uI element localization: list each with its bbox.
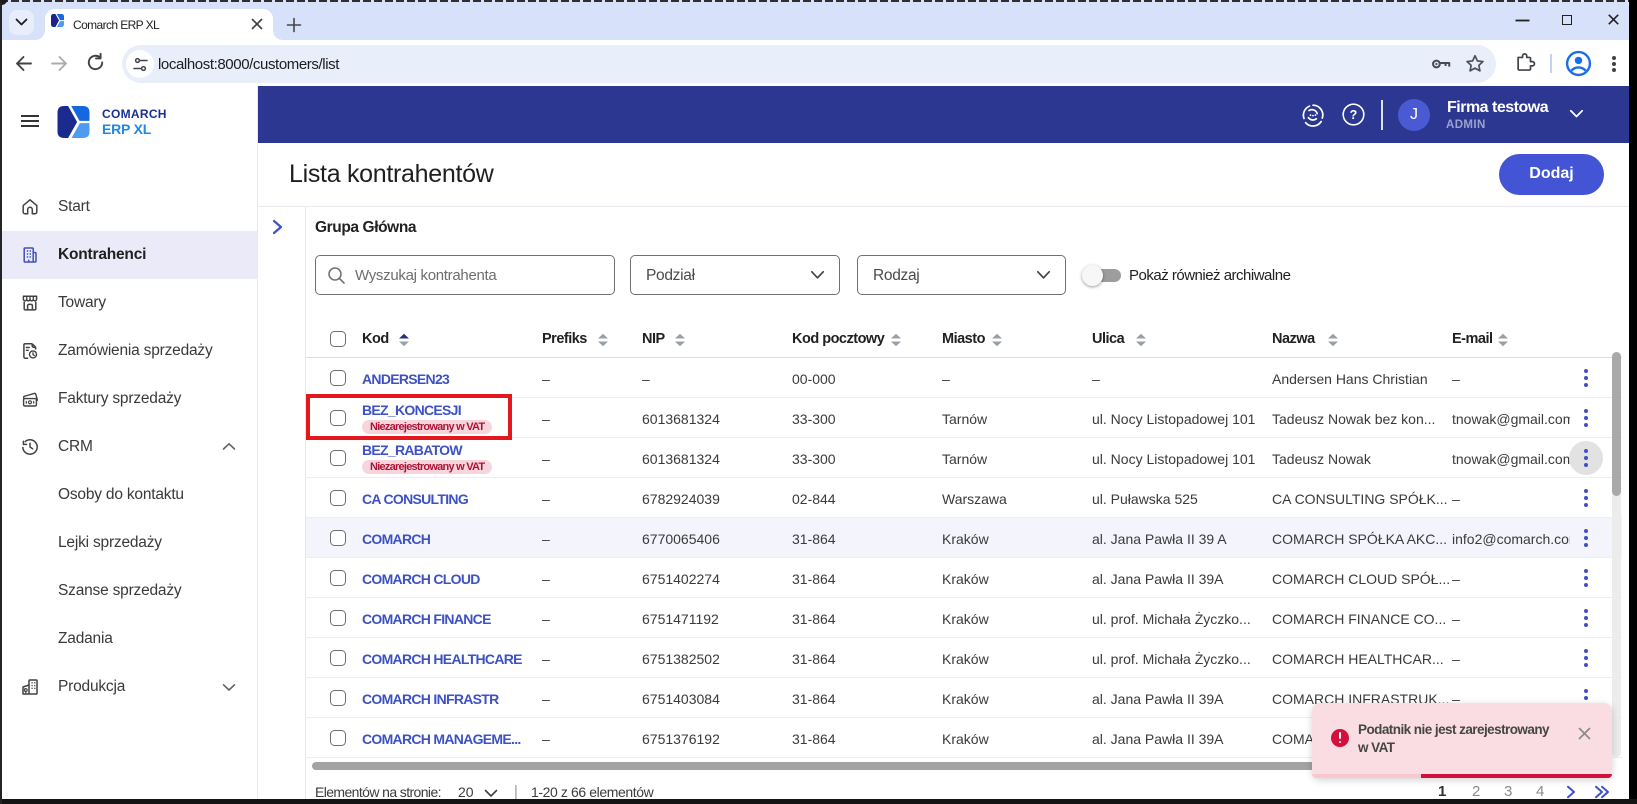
- svg-text:?: ?: [1350, 108, 1358, 122]
